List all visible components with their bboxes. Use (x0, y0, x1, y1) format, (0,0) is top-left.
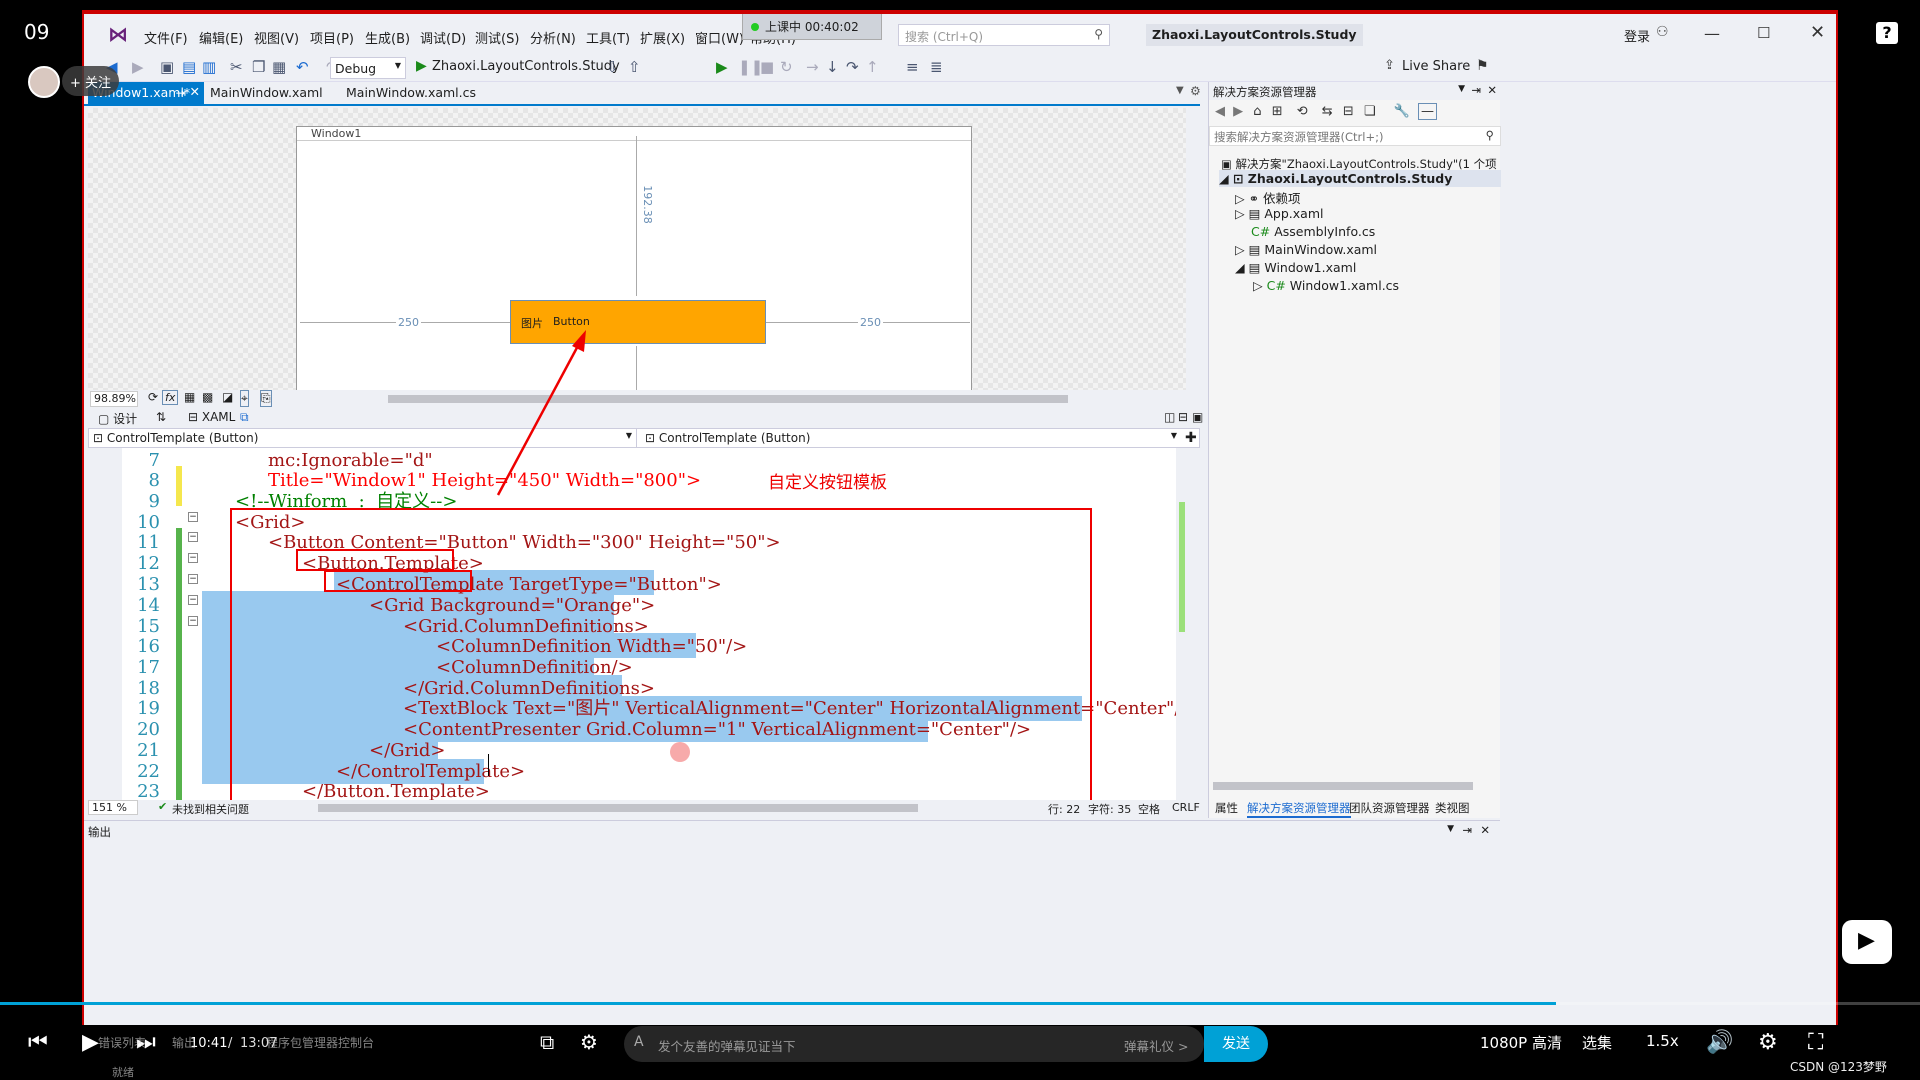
ready-status: 就绪 (112, 1066, 134, 1079)
tree-item-mainwindow[interactable]: ▷ ▤ MainWindow.xaml (1235, 242, 1377, 257)
solution-explorer-header: 解决方案资源管理器 ▼ ⇥ ✕ (1209, 82, 1501, 100)
danmu-input[interactable]: A 发个友善的弹幕见证当下 弹幕礼仪 > (624, 1026, 1204, 1062)
danmu-toggle-icon[interactable]: ⧉ (540, 1030, 554, 1054)
tree-item-label: App.xaml (1264, 206, 1324, 221)
minimize-icon[interactable]: — (1704, 24, 1720, 43)
tree-item-label: MainWindow.xaml (1264, 242, 1378, 257)
episode-number: 09 (24, 20, 50, 44)
solution-hscroll[interactable] (1213, 782, 1473, 790)
class-timer-text: 上课中 00:40:02 (765, 20, 859, 34)
package-console-tab[interactable]: 程序包管理器控制台 (266, 1034, 374, 1051)
tree-item-label: AssemblyInfo.cs (1274, 224, 1376, 239)
whitespace-indicator: 空格 (1138, 803, 1160, 816)
close-icon[interactable]: ✕ (1480, 823, 1490, 837)
tree-item-label: Window1.xaml.cs (1289, 278, 1400, 293)
tab-team-explorer[interactable]: 团队资源管理器 (1349, 800, 1430, 816)
login-link[interactable]: 登录 (1624, 26, 1650, 45)
send-button[interactable]: 发送 (1204, 1026, 1268, 1062)
play-icon: ▶ (1858, 928, 1875, 953)
progress-track[interactable] (0, 1002, 1920, 1005)
check-icon: ✔ (158, 800, 168, 813)
tree-item-window1[interactable]: ◢ ▤ Window1.xaml (1235, 260, 1356, 275)
live-dot-icon (751, 23, 759, 31)
volume-icon[interactable]: 🔊 (1706, 1030, 1733, 1055)
maximize-icon[interactable]: ☐ (1757, 24, 1770, 42)
watermark: CSDN @123梦野 (1790, 1060, 1887, 1074)
quality-button[interactable]: 1080P 高清 (1480, 1032, 1562, 1053)
annotation-arrow (496, 330, 586, 496)
floating-play-button[interactable]: ▶ (1842, 920, 1892, 964)
danmu-etiquette-link[interactable]: 弹幕礼仪 > (1124, 1036, 1188, 1055)
live-share-button[interactable]: Live Share (1402, 59, 1470, 74)
preview-icon[interactable]: — (1418, 103, 1437, 120)
pin-icon[interactable]: ⇥ (1471, 83, 1481, 97)
eol-indicator: CRLF (1172, 801, 1200, 814)
issues-status[interactable]: 未找到相关问题 (172, 801, 249, 817)
chevron-down-icon[interactable]: ▼ (1458, 84, 1465, 94)
tab-class-view[interactable]: 类视图 (1435, 800, 1470, 816)
solution-search-input[interactable]: 搜索解决方案资源管理器(Ctrl+;) ⚲ (1209, 126, 1501, 146)
forward-icon[interactable]: ▶ (1233, 104, 1243, 119)
fullscreen-icon[interactable]: ⛶ (1808, 1030, 1823, 1055)
tree-item-dependencies[interactable]: ▷ ⚭ 依赖项 (1235, 188, 1301, 207)
error-list-tab[interactable]: 错误列表 (98, 1034, 146, 1051)
help-icon[interactable]: ? (1876, 22, 1898, 44)
tree-item-label: 依赖项 (1263, 191, 1301, 206)
output-pane-header: 输出 ▼ ⇥ ✕ (84, 820, 1500, 840)
output-tab[interactable]: 输出 (172, 1034, 196, 1051)
col-indicator: 字符: 35 (1088, 803, 1132, 816)
danmu-settings-icon[interactable]: ⚙ (580, 1030, 598, 1054)
speed-button[interactable]: 1.5x (1646, 1032, 1679, 1050)
tree-item-window1-cs[interactable]: ▷ C# Window1.xaml.cs (1253, 278, 1399, 293)
editor-statusbar: 151 % ✔ 未找到相关问题 行: 22 字符: 35 空格 CRLF (88, 800, 1200, 816)
solution-explorer: 解决方案资源管理器 ▼ ⇥ ✕ ◀ ▶ ⌂ ⊞ ⟲ ⇆ ⊟ ❏ 🔧 — 搜索解决… (1208, 82, 1501, 818)
switch-views-icon[interactable]: ⊞ (1272, 104, 1283, 119)
collapse-all-icon[interactable]: ⊟ (1343, 104, 1354, 119)
editor-zoom-select[interactable]: 151 % (88, 800, 138, 815)
chevron-down-icon[interactable]: ▼ (1447, 824, 1454, 834)
episodes-button[interactable]: 选集 (1582, 1032, 1612, 1053)
time-separator: / (228, 1036, 233, 1051)
play-icon[interactable]: ▶ (82, 1030, 99, 1055)
tree-item-assemblyinfo[interactable]: C# AssemblyInfo.cs (1251, 224, 1375, 239)
tab-solution-explorer[interactable]: 解决方案资源管理器 (1247, 800, 1351, 818)
settings-icon[interactable]: ⚙ (1758, 1030, 1778, 1055)
follow-button[interactable]: + 关注 (62, 66, 120, 96)
player-right-bar: ? (1838, 0, 1920, 1079)
live-share-icon: ⇪ (1384, 58, 1395, 73)
tree-item-label: Window1.xaml (1264, 260, 1357, 275)
avatar[interactable] (28, 66, 60, 98)
home-icon[interactable]: ⌂ (1253, 104, 1261, 119)
visual-studio-window: ⋈ 文件(F) 编辑(E) 视图(V) 项目(P) 生成(B) 调试(D) 测试… (82, 10, 1838, 1025)
danmu-placeholder: 发个友善的弹幕见证当下 (658, 1039, 796, 1054)
search-icon: ⚲ (1485, 128, 1494, 142)
pending-changes-icon[interactable]: ⟲ (1297, 104, 1308, 119)
tab-properties[interactable]: 属性 (1215, 800, 1238, 816)
pin-icon[interactable]: ⇥ (1462, 823, 1472, 837)
close-icon[interactable]: ✕ (1810, 22, 1825, 43)
show-all-files-icon[interactable]: ❏ (1364, 104, 1376, 119)
back-icon[interactable]: ◀ (1215, 104, 1225, 119)
feedback-icon[interactable]: ⚑ (1476, 58, 1489, 74)
previous-icon[interactable]: ⏮ (28, 1030, 48, 1055)
sync-icon[interactable]: ⇆ (1322, 104, 1333, 119)
properties-icon[interactable]: 🔧 (1394, 104, 1410, 119)
editor-hscroll[interactable] (318, 804, 918, 812)
solution-bottom-tabs: 属性 解决方案资源管理器 团队资源管理器 类视图 (1209, 798, 1501, 818)
solution-explorer-toolbar: ◀ ▶ ⌂ ⊞ ⟲ ⇆ ⊟ ❏ 🔧 — (1209, 102, 1501, 124)
tree-item-app-xaml[interactable]: ▷ ▤ App.xaml (1235, 206, 1323, 221)
tree-item-label: Zhaoxi.LayoutControls.Study (1247, 171, 1453, 186)
player-left-bar: 09 (0, 0, 82, 1079)
danmu-font-icon[interactable]: A (634, 1034, 644, 1050)
progress-fill (0, 1002, 1556, 1005)
solution-search-placeholder: 搜索解决方案资源管理器(Ctrl+;) (1214, 130, 1384, 144)
class-timer: 上课中 00:40:02 (742, 14, 882, 40)
user-icon[interactable]: ⚇ (1656, 24, 1669, 40)
output-title: 输出 (88, 825, 111, 839)
solution-explorer-title: 解决方案资源管理器 (1213, 85, 1317, 99)
editor-zoom-value: 151 % (92, 801, 127, 814)
row-indicator: 行: 22 (1048, 803, 1081, 816)
tree-item-project[interactable]: ◢ ⊡ Zhaoxi.LayoutControls.Study (1219, 170, 1501, 187)
close-icon[interactable]: ✕ (1487, 83, 1497, 97)
